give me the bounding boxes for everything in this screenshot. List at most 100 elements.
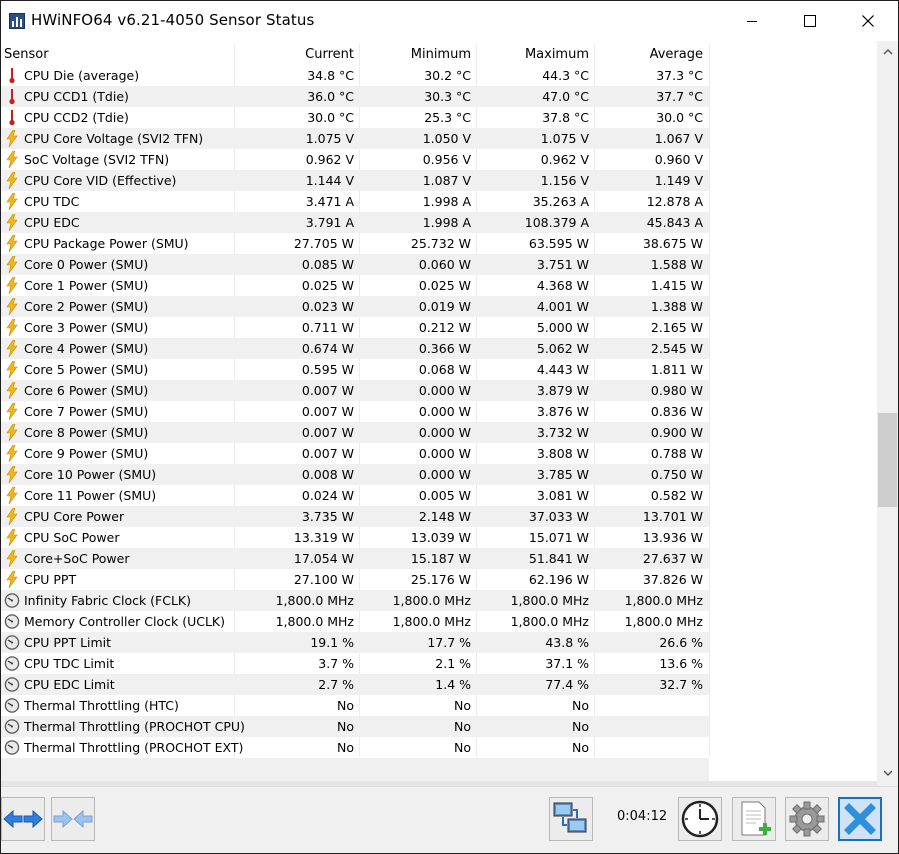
minimum-value: 0.068 W — [418, 362, 471, 377]
new-log-button[interactable] — [732, 797, 776, 841]
maximum-value: 62.196 W — [528, 572, 589, 587]
close-sensor-window-button[interactable] — [838, 797, 882, 841]
sensor-name: CPU Core Voltage (SVI2 TFN) — [24, 131, 204, 146]
table-row[interactable]: Core 5 Power (SMU) 0.595 W 0.068 W 4.443 W 1… — [1, 359, 709, 380]
minimum-value: 0.060 W — [418, 257, 471, 272]
average-value: 1.811 W — [650, 362, 703, 377]
expand-arrows-icon — [3, 809, 43, 829]
column-header-maximum[interactable]: Maximum — [476, 44, 589, 65]
table-row[interactable]: Infinity Fabric Clock (FCLK) 1,800.0 MHz 1… — [1, 590, 709, 611]
lightning-icon — [4, 171, 20, 190]
current-value: 1.144 V — [305, 173, 354, 188]
table-row[interactable]: CPU PPT 27.100 W 25.176 W 62.196 W 37.826 W — [1, 569, 709, 590]
table-row[interactable]: Core 10 Power (SMU) 0.008 W 0.000 W 3.785 W… — [1, 464, 709, 485]
lightning-icon — [4, 444, 20, 463]
table-row[interactable]: Core 2 Power (SMU) 0.023 W 0.019 W 4.001 W 1… — [1, 296, 709, 317]
reset-timer-button[interactable] — [678, 797, 722, 841]
minimum-value: 30.3 °C — [424, 89, 471, 104]
table-row[interactable]: CPU Core Voltage (SVI2 TFN) 1.075 V 1.050 … — [1, 128, 709, 149]
table-row[interactable]: Core 0 Power (SMU) 0.085 W 0.060 W 3.751 W 1… — [1, 254, 709, 275]
table-row[interactable]: Core 1 Power (SMU) 0.025 W 0.025 W 4.368 W 1… — [1, 275, 709, 296]
table-row[interactable]: CPU Die (average) 34.8 °C 30.2 °C 44.3 °C 37… — [1, 65, 709, 86]
table-row[interactable]: CPU EDC 3.791 A 1.998 A 108.379 A 45.843 A — [1, 212, 709, 233]
table-row[interactable]: CPU Core Power 3.735 W 2.148 W 37.033 W 13.7… — [1, 506, 709, 527]
title-bar[interactable]: HWiNFO64 v6.21-4050 Sensor Status — [1, 1, 898, 41]
gauge-icon — [4, 718, 20, 735]
table-row[interactable]: Thermal Throttling (PROCHOT CPU) No No No — [1, 716, 709, 737]
table-row[interactable]: Core 9 Power (SMU) 0.007 W 0.000 W 3.808 W 0… — [1, 443, 709, 464]
table-row[interactable]: CPU SoC Power 13.319 W 13.039 W 15.071 W 13.… — [1, 527, 709, 548]
current-value: 0.085 W — [301, 257, 354, 272]
sensor-name: Core+SoC Power — [24, 551, 130, 566]
column-header-sensor[interactable]: Sensor — [4, 44, 49, 65]
scroll-up-button[interactable] — [877, 43, 898, 60]
collapse-columns-button[interactable] — [51, 797, 95, 841]
maximum-value: 5.062 W — [536, 341, 589, 356]
table-row[interactable]: Core+SoC Power 17.054 W 15.187 W 51.841 W 27… — [1, 548, 709, 569]
current-value: 30.0 °C — [307, 110, 354, 125]
sensor-name: CPU SoC Power — [24, 530, 120, 545]
table-row[interactable]: Core 6 Power (SMU) 0.007 W 0.000 W 3.879 W 0… — [1, 380, 709, 401]
network-button[interactable] — [549, 797, 593, 841]
current-value: 0.711 W — [301, 320, 354, 335]
table-row[interactable]: CPU EDC Limit 2.7 % 1.4 % 77.4 % 32.7 % — [1, 674, 709, 695]
maximize-button[interactable] — [781, 1, 839, 41]
table-row[interactable]: Core 8 Power (SMU) 0.007 W 0.000 W 3.732 W 0… — [1, 422, 709, 443]
average-value: 32.7 % — [659, 677, 703, 692]
sensor-name: Core 6 Power (SMU) — [24, 383, 149, 398]
table-row[interactable]: CPU PPT Limit 19.1 % 17.7 % 43.8 % 26.6 % — [1, 632, 709, 653]
table-row[interactable]: SoC Voltage (SVI2 TFN) 0.962 V 0.956 V 0.96… — [1, 149, 709, 170]
gauge-icon — [4, 634, 20, 651]
minimum-value: 25.732 W — [410, 236, 471, 251]
table-row[interactable]: CPU Core VID (Effective) 1.144 V 1.087 V 1.… — [1, 170, 709, 191]
minimize-button[interactable] — [723, 1, 781, 41]
lightning-icon — [4, 465, 20, 484]
maximum-value: 3.732 W — [536, 425, 589, 440]
minimum-value: 30.2 °C — [424, 68, 471, 83]
sensor-name: CPU TDC Limit — [24, 656, 115, 671]
table-row[interactable]: CPU CCD2 (Tdie) 30.0 °C 25.3 °C 37.8 °C 30.0… — [1, 107, 709, 128]
table-row[interactable]: Thermal Throttling (HTC) No No No — [1, 695, 709, 716]
table-row[interactable]: CPU CCD1 (Tdie) 36.0 °C 30.3 °C 47.0 °C 37.7… — [1, 86, 709, 107]
maximum-value: 37.8 °C — [542, 110, 589, 125]
table-row[interactable]: CPU Package Power (SMU) 27.705 W 25.732 W 6… — [1, 233, 709, 254]
table-row[interactable]: CPU TDC Limit 3.7 % 2.1 % 37.1 % 13.6 % — [1, 653, 709, 674]
current-value: No — [337, 698, 354, 713]
current-value: 0.007 W — [301, 404, 354, 419]
current-value: 1,800.0 MHz — [275, 614, 354, 629]
table-row[interactable]: Core 7 Power (SMU) 0.007 W 0.000 W 3.876 W 0… — [1, 401, 709, 422]
sensor-name: CPU TDC — [24, 194, 80, 209]
current-value: 0.595 W — [301, 362, 354, 377]
close-window-button[interactable] — [839, 1, 897, 41]
settings-button[interactable] — [785, 797, 829, 841]
sensor-name: Core 11 Power (SMU) — [24, 488, 157, 503]
table-row[interactable]: Thermal Throttling (PROCHOT EXT) No No No — [1, 737, 709, 758]
table-row[interactable]: CPU TDC 3.471 A 1.998 A 35.263 A 12.878 A — [1, 191, 709, 212]
vertical-scrollbar[interactable] — [877, 41, 898, 786]
column-header-current[interactable]: Current — [234, 44, 354, 65]
sensor-table[interactable]: Sensor Current Minimum Maximum Average C… — [1, 44, 877, 786]
minimum-value: 1.998 A — [422, 215, 471, 230]
maximum-value: 35.263 A — [532, 194, 589, 209]
current-value: 0.008 W — [301, 467, 354, 482]
maximum-value: 43.8 % — [545, 635, 589, 650]
scrollbar-thumb[interactable] — [878, 413, 897, 507]
gauge-icon — [4, 592, 20, 609]
minimum-value: 0.005 W — [418, 488, 471, 503]
column-divider[interactable] — [709, 44, 710, 757]
current-value: 3.471 A — [305, 194, 354, 209]
table-row[interactable]: Core 11 Power (SMU) 0.024 W 0.005 W 3.081 W… — [1, 485, 709, 506]
expand-columns-button[interactable] — [1, 797, 45, 841]
lightning-icon — [4, 318, 20, 337]
maximum-value: 1,800.0 MHz — [510, 593, 589, 608]
minimum-value: 25.176 W — [410, 572, 471, 587]
scroll-down-button[interactable] — [877, 765, 898, 782]
column-header-minimum[interactable]: Minimum — [356, 44, 471, 65]
table-row[interactable]: Memory Controller Clock (UCLK) 1,800.0 MH… — [1, 611, 709, 632]
table-row[interactable]: Core 3 Power (SMU) 0.711 W 0.212 W 5.000 W 2… — [1, 317, 709, 338]
lightning-icon — [4, 339, 20, 358]
table-row[interactable]: Core 4 Power (SMU) 0.674 W 0.366 W 5.062 W 2… — [1, 338, 709, 359]
column-header-average[interactable]: Average — [593, 44, 703, 65]
maximum-value: No — [572, 740, 589, 755]
current-value: 3.7 % — [318, 656, 354, 671]
